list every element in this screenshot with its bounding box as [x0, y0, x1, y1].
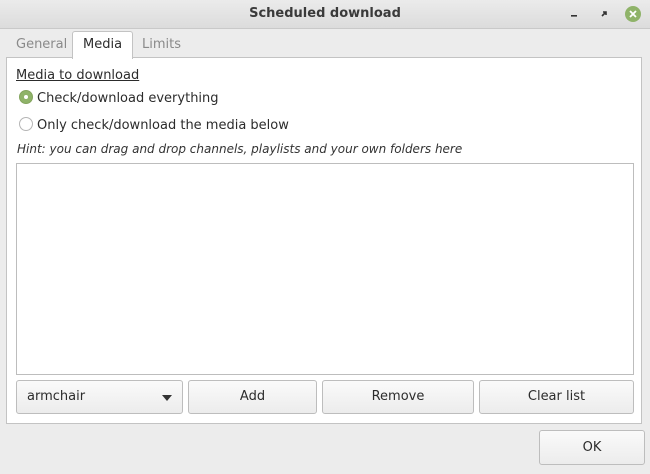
radio-download-everything[interactable]: Check/download everything [19, 89, 219, 109]
chevron-down-icon [162, 395, 172, 401]
tab-limits[interactable]: Limits [132, 32, 191, 58]
window-title: Scheduled download [249, 6, 401, 21]
clear-list-button[interactable]: Clear list [479, 380, 634, 414]
radio-checked-icon[interactable] [19, 90, 33, 104]
tab-general[interactable]: General [6, 32, 77, 58]
combo-value: armchair [27, 389, 86, 404]
radio-label: Only check/download the media below [37, 118, 289, 133]
radio-unchecked-icon[interactable] [19, 117, 33, 131]
close-icon[interactable] [625, 6, 641, 22]
minimize-icon[interactable] [566, 6, 582, 22]
media-list[interactable] [16, 163, 634, 375]
tab-media[interactable]: Media [72, 31, 134, 59]
section-title: Media to download [16, 68, 140, 83]
add-button[interactable]: Add [188, 380, 317, 414]
media-type-combo[interactable]: armchair [16, 380, 183, 414]
remove-button[interactable]: Remove [322, 380, 474, 414]
hint-text: Hint: you can drag and drop channels, pl… [17, 142, 463, 156]
maximize-icon[interactable] [596, 6, 612, 22]
radio-label: Check/download everything [37, 91, 219, 106]
title-bar: Scheduled download [0, 0, 650, 29]
tab-bar: General Media Limits [0, 30, 650, 59]
ok-button[interactable]: OK [539, 430, 645, 465]
media-tab-panel: Media to download Check/download everyth… [6, 57, 642, 424]
radio-download-selected[interactable]: Only check/download the media below [19, 116, 289, 136]
